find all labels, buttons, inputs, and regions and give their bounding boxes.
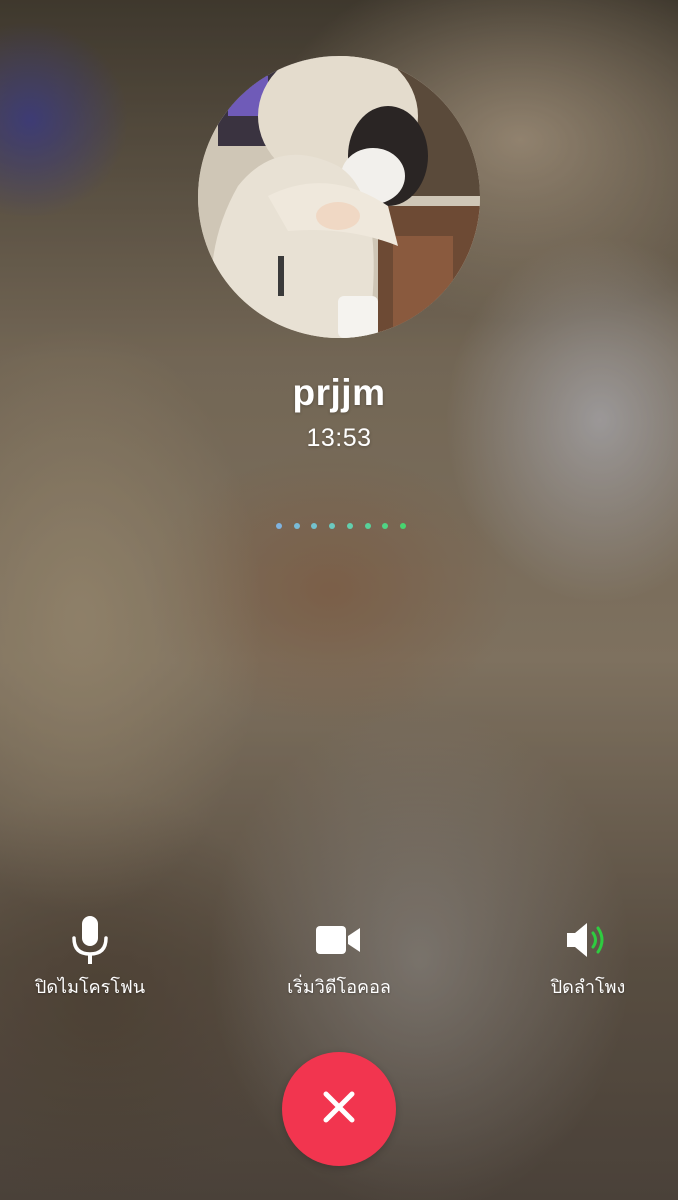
video-camera-icon (249, 912, 429, 968)
status-dot (382, 523, 389, 529)
start-video-call-label: เริ่มวิดีโอคอล (287, 977, 391, 997)
speaker-icon (498, 912, 678, 968)
status-dot (329, 523, 336, 529)
status-dot (399, 523, 406, 529)
status-dot (346, 523, 353, 529)
start-video-call-button[interactable]: เริ่มวิดีโอคอล (249, 912, 429, 1001)
status-dot (364, 523, 371, 529)
speaker-toggle-label: ปิดลำโพง (550, 977, 626, 997)
mute-microphone-button[interactable]: ปิดไมโครโฟน (0, 912, 180, 1001)
end-call-button[interactable] (282, 1052, 396, 1166)
speaker-toggle-button[interactable]: ปิดลำโพง (498, 912, 678, 1001)
call-status-indicator (276, 522, 406, 530)
status-dot (276, 523, 282, 529)
mute-microphone-label: ปิดไมโครโฟน (34, 977, 146, 997)
contact-name: prjjm (292, 372, 386, 413)
contact-avatar (198, 56, 480, 338)
status-dot (293, 523, 300, 529)
close-icon (322, 1090, 356, 1129)
status-dot (311, 523, 318, 529)
microphone-icon (0, 912, 180, 968)
call-duration: 13:53 (306, 424, 372, 452)
